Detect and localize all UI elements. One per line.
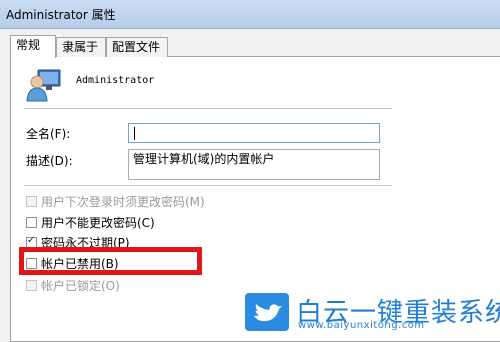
text-caret <box>134 127 135 140</box>
tab-profile[interactable]: 配置文件 <box>106 37 168 57</box>
description-label: 描述(D): <box>26 154 73 168</box>
checkbox-label: 帐户已锁定(O) <box>41 278 120 293</box>
checkbox-label: 用户不能更改密码(C) <box>41 215 155 230</box>
window-title: Administrator 属性 <box>6 8 116 22</box>
bird-logo-icon <box>245 293 289 331</box>
checkbox-label: 用户下次登录时须更改密码(M) <box>41 194 205 209</box>
checkbox-box[interactable] <box>26 195 37 207</box>
tab-general[interactable]: 常规 <box>10 35 56 58</box>
checkbox-box[interactable] <box>26 235 37 248</box>
separator-top <box>24 108 392 110</box>
checkbox-must-change-password[interactable]: 用户下次登录时须更改密码(M) <box>26 193 205 209</box>
title-bar: Administrator 属性 <box>0 0 500 29</box>
full-name-label: 全名(F): <box>26 127 71 141</box>
separator-mid <box>24 185 392 187</box>
watermark-url: www.baiyunxitong.com <box>298 320 425 331</box>
user-icon <box>26 69 61 102</box>
username-label: Administrator <box>76 75 155 86</box>
full-name-input[interactable] <box>128 123 380 143</box>
checkbox-account-locked[interactable]: 帐户已锁定(O) <box>26 277 120 293</box>
highlight-annotation <box>19 247 202 275</box>
description-value: 管理计算机(域)的内置帐户 <box>133 152 275 166</box>
checkbox-box[interactable] <box>26 216 37 228</box>
description-input[interactable]: 管理计算机(域)的内置帐户 <box>128 149 380 180</box>
tab-member-of[interactable]: 隶属于 <box>56 37 106 57</box>
checkbox-cannot-change-password[interactable]: 用户不能更改密码(C) <box>26 214 155 230</box>
checkbox-box[interactable] <box>26 279 37 291</box>
